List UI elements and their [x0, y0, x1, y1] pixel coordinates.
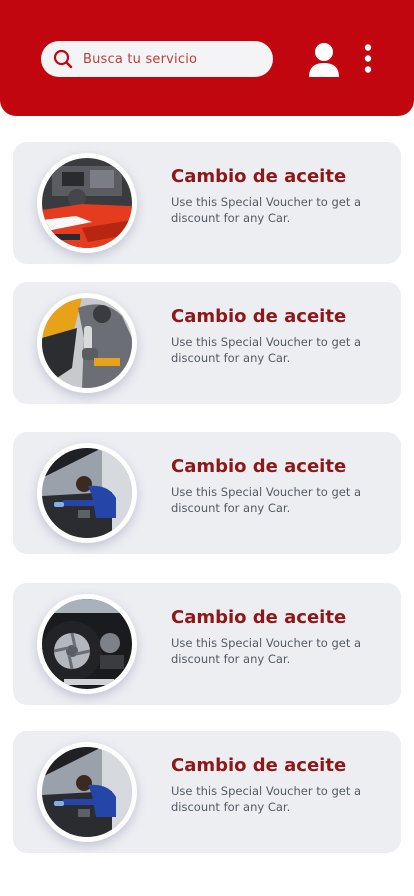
card-description: Use this Special Voucher to get a discou…	[171, 636, 362, 666]
service-thumbnail	[37, 443, 137, 543]
service-card[interactable]: Cambio de aceite Use this Special Vouche…	[13, 432, 401, 554]
search-input[interactable]: Busca tu servicio	[41, 41, 273, 77]
user-icon[interactable]	[307, 42, 341, 78]
service-card[interactable]: Cambio de aceite Use this Special Vouche…	[13, 583, 401, 705]
service-thumbnail	[37, 742, 137, 842]
card-description: Use this Special Voucher to get a discou…	[171, 784, 362, 814]
kebab-menu-icon[interactable]	[360, 44, 376, 74]
service-thumbnail	[37, 293, 137, 393]
app-header: Busca tu servicio	[0, 0, 414, 116]
mechanic-under-hood-photo	[42, 747, 132, 837]
card-title: Cambio de aceite	[171, 166, 347, 187]
card-title: Cambio de aceite	[171, 755, 347, 776]
card-description: Use this Special Voucher to get a discou…	[171, 195, 362, 225]
card-description: Use this Special Voucher to get a discou…	[171, 485, 362, 515]
mechanic-under-hood-photo	[42, 448, 132, 538]
card-description: Use this Special Voucher to get a discou…	[171, 335, 362, 365]
service-thumbnail	[37, 153, 137, 253]
service-card[interactable]: Cambio de aceite Use this Special Vouche…	[13, 282, 401, 404]
service-thumbnail	[37, 594, 137, 694]
service-card[interactable]: Cambio de aceite Use this Special Vouche…	[13, 142, 401, 264]
card-title: Cambio de aceite	[171, 306, 347, 327]
mechanic-with-wrench-photo	[42, 298, 132, 388]
engine-bay-photo	[42, 158, 132, 248]
service-card[interactable]: Cambio de aceite Use this Special Vouche…	[13, 731, 401, 853]
search-placeholder: Busca tu servicio	[83, 51, 198, 67]
card-title: Cambio de aceite	[171, 607, 347, 628]
card-title: Cambio de aceite	[171, 456, 347, 477]
search-icon	[53, 49, 73, 69]
tire-change-photo	[42, 599, 132, 689]
